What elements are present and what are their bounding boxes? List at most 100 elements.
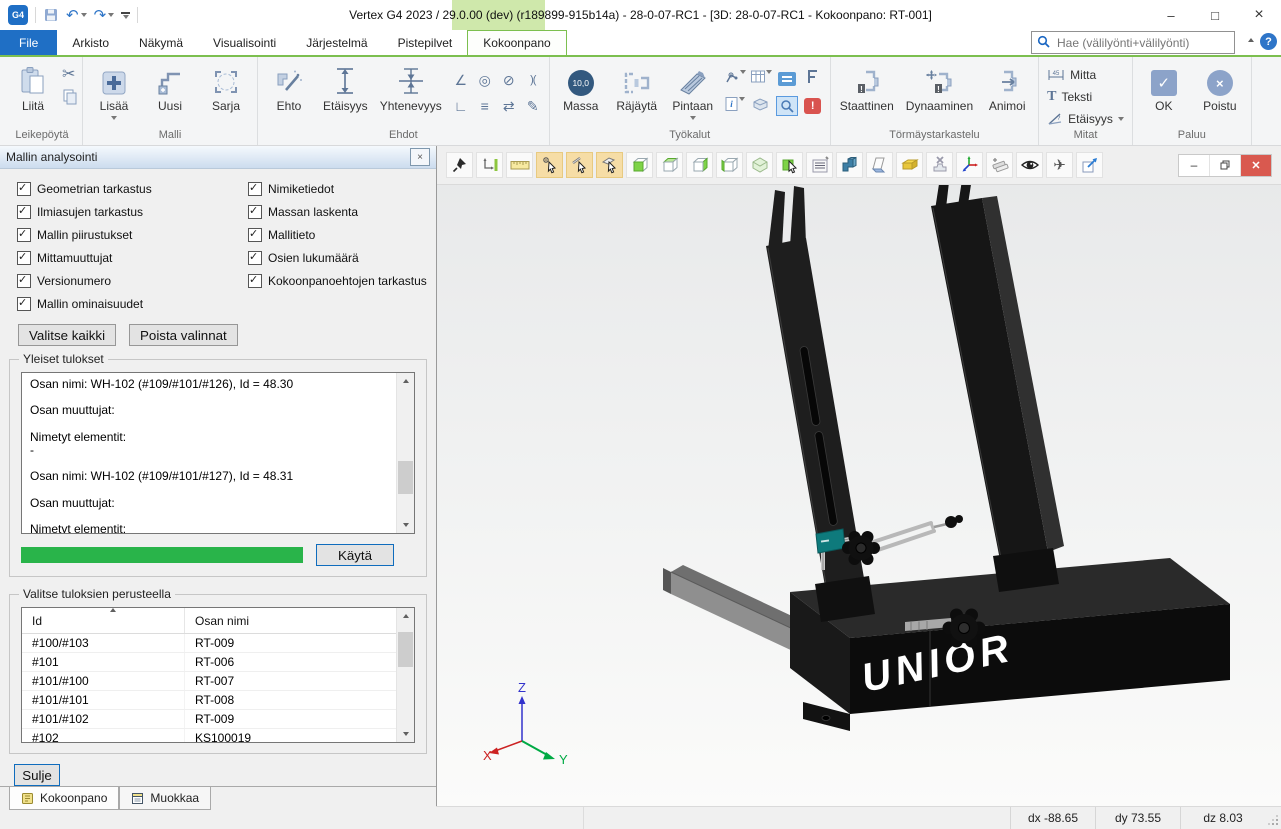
part-icon[interactable] xyxy=(836,152,863,178)
tab-pistepilvet[interactable]: Pistepilvet xyxy=(383,30,468,55)
table-header[interactable]: Id Osan nimi xyxy=(22,608,396,634)
concentric-constraint-icon[interactable]: ◎ xyxy=(479,72,491,89)
apply-button[interactable]: Käytä xyxy=(316,544,394,566)
paste-button[interactable]: Liitä xyxy=(6,59,60,115)
measure-distance-button[interactable]: ? Etäisyys xyxy=(1047,109,1124,128)
3d-scene[interactable]: UNIOR xyxy=(437,146,1281,805)
static-collision-button[interactable]: ! Staattinen xyxy=(835,59,899,115)
check-appearances[interactable]: Ilmiasujen tarkastus xyxy=(17,205,248,219)
check-item-data[interactable]: Nimiketiedot xyxy=(248,182,427,196)
app-logo[interactable]: G4 xyxy=(8,5,28,25)
open-in-window-icon[interactable] xyxy=(1076,152,1103,178)
undo-icon[interactable]: ↶ xyxy=(66,8,87,23)
save-icon[interactable] xyxy=(43,7,59,23)
text-button[interactable]: T Teksti xyxy=(1047,87,1124,106)
search-input[interactable] xyxy=(1055,35,1229,51)
dimension-button[interactable]: 45 Mitta xyxy=(1047,65,1124,84)
resize-grip[interactable] xyxy=(1265,807,1281,829)
select-edge-icon[interactable] xyxy=(566,152,593,178)
visibility-eye-icon[interactable] xyxy=(1016,152,1043,178)
delete-stamp-icon[interactable] xyxy=(926,152,953,178)
check-model-info[interactable]: Mallitieto xyxy=(248,228,427,242)
customize-toolbar-icon[interactable] xyxy=(121,12,130,19)
tab-file[interactable]: File xyxy=(0,30,57,55)
table-row[interactable]: #101/#100RT-007 xyxy=(22,672,396,691)
to-surface-button[interactable]: Pintaan xyxy=(666,59,720,122)
ok-button[interactable]: ✓ OK xyxy=(1137,59,1191,115)
coordinate-system-icon[interactable] xyxy=(956,152,983,178)
equalize-icon[interactable] xyxy=(778,72,796,86)
pin-icon[interactable] xyxy=(446,152,473,178)
table-row[interactable]: #101/#102RT-009 xyxy=(22,710,396,729)
distance-constraint-button[interactable]: Etäisyys xyxy=(318,59,373,115)
close-panel-button[interactable]: Sulje xyxy=(14,764,60,786)
measure-fit-icon[interactable] xyxy=(476,152,503,178)
symmetry-constraint-icon[interactable]: )( xyxy=(530,74,535,86)
section-plane-icon[interactable] xyxy=(866,152,893,178)
view-top-icon[interactable] xyxy=(656,152,683,178)
scroll-down-icon[interactable] xyxy=(403,732,409,736)
table-row[interactable]: #101/#101RT-008 xyxy=(22,691,396,710)
scroll-up-icon[interactable] xyxy=(403,614,409,618)
doc-close-icon[interactable]: ✕ xyxy=(1240,155,1271,176)
tab-kokoonpano[interactable]: Kokoonpano xyxy=(467,30,566,55)
tab-nakyma[interactable]: Näkymä xyxy=(124,30,198,55)
check-version-number[interactable]: Versionumero xyxy=(17,274,248,288)
coincidence-constraint-button[interactable]: Yhtenevyys xyxy=(375,59,447,115)
minimize-icon[interactable]: – xyxy=(1149,0,1193,30)
warning-icon[interactable]: ! xyxy=(804,98,821,114)
doc-restore-icon[interactable] xyxy=(1209,155,1240,176)
explode-button[interactable]: Räjäytä xyxy=(610,59,664,115)
scroll-down-icon[interactable] xyxy=(403,523,409,527)
select-visible-icon[interactable] xyxy=(776,152,803,178)
help-icon[interactable]: ? xyxy=(1260,33,1277,50)
scroll-up-icon[interactable] xyxy=(403,379,409,383)
parallel-constraint-icon[interactable]: ≡ xyxy=(481,98,489,114)
measure-distance-dropdown-icon[interactable] xyxy=(1118,117,1124,121)
check-dimension-variables[interactable]: Mittamuuttujat xyxy=(17,251,248,265)
redo-icon[interactable]: ↷ xyxy=(94,8,115,23)
tangent-constraint-icon[interactable]: ⊘ xyxy=(503,72,515,89)
select-all-button[interactable]: Valitse kaikki xyxy=(18,324,116,346)
results-scrollbar[interactable] xyxy=(396,373,414,533)
collapse-ribbon-icon[interactable] xyxy=(1248,38,1254,42)
view-iso-icon[interactable] xyxy=(746,152,773,178)
panel-titlebar[interactable]: Mallin analysointi × xyxy=(0,146,436,169)
equal-distance-constraint-icon[interactable]: ⇄ xyxy=(503,98,515,115)
exit-button[interactable]: × Poistu xyxy=(1193,59,1247,115)
view-left-icon[interactable] xyxy=(716,152,743,178)
results-textbox[interactable]: Osan nimi: WH-102 (#109/#101/#126), Id =… xyxy=(21,372,415,534)
check-drawings[interactable]: Mallin piirustukset xyxy=(17,228,248,242)
zoom-check-icon[interactable] xyxy=(776,96,798,116)
mass-button[interactable]: 10,0 Massa xyxy=(554,59,608,115)
panel-close-icon[interactable]: × xyxy=(410,148,430,166)
scroll-thumb[interactable] xyxy=(398,632,413,667)
table-row[interactable]: #102KS100019 xyxy=(22,729,396,742)
view-front-icon[interactable] xyxy=(626,152,653,178)
table-scrollbar[interactable] xyxy=(396,608,414,742)
select-face-icon[interactable] xyxy=(596,152,623,178)
animate-button[interactable]: Animoi xyxy=(980,59,1034,115)
check-model-properties[interactable]: Mallin ominaisuudet xyxy=(17,297,248,311)
to-surface-dropdown-icon[interactable] xyxy=(690,116,696,120)
copy-icon[interactable] xyxy=(62,89,78,108)
notes-icon[interactable] xyxy=(806,152,833,178)
info-document-icon[interactable]: i xyxy=(724,96,745,115)
box-icon[interactable] xyxy=(752,97,769,114)
series-button[interactable]: Sarja xyxy=(199,59,253,115)
clear-selection-button[interactable]: Poista valinnat xyxy=(129,324,238,346)
column-header-id[interactable]: Id xyxy=(22,614,184,628)
tab-jarjestelma[interactable]: Järjestelmä xyxy=(291,30,382,55)
close-icon[interactable]: × xyxy=(1237,0,1281,30)
cut-icon[interactable]: ✂ xyxy=(62,67,78,83)
tab-visualisointi[interactable]: Visualisointi xyxy=(198,30,291,55)
ruler-icon[interactable] xyxy=(506,152,533,178)
check-part-count[interactable]: Osien lukumäärä xyxy=(248,251,427,265)
fix-constraint-icon[interactable]: ✎ xyxy=(527,98,539,115)
check-assembly-constraints[interactable]: Kokoonpanoehtojen tarkastus xyxy=(248,274,427,288)
add-dropdown-icon[interactable] xyxy=(111,116,117,120)
table-row[interactable]: #101RT-006 xyxy=(22,653,396,672)
new-button[interactable]: Uusi xyxy=(143,59,197,115)
section-box-icon[interactable] xyxy=(896,152,923,178)
add-button[interactable]: Lisää xyxy=(87,59,141,122)
